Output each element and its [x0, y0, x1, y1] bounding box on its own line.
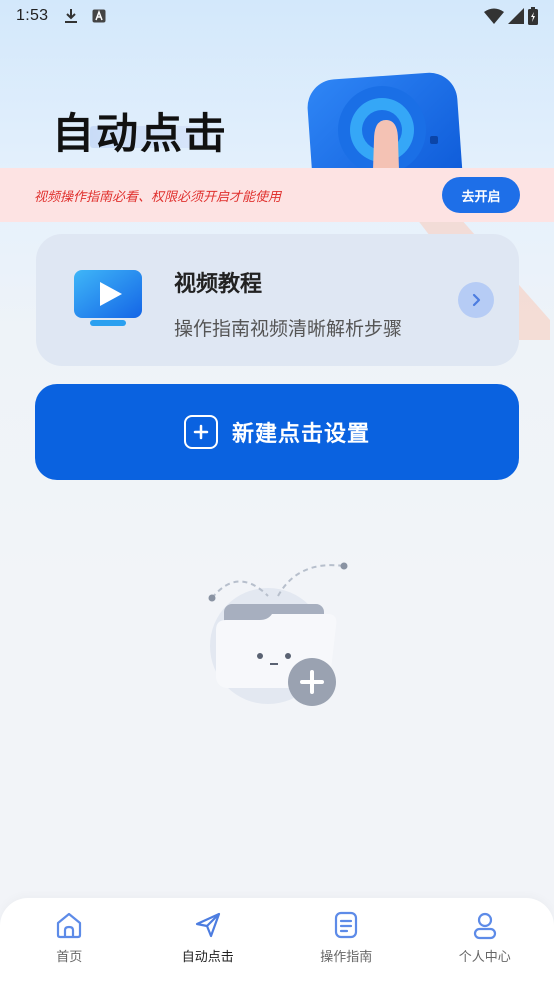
download-icon	[65, 9, 78, 23]
enable-permission-button[interactable]: 去开启	[442, 177, 520, 213]
bottom-navigation: 首页 自动点击 操作指南 个人中心	[0, 898, 554, 984]
new-click-setting-label: 新建点击设置	[231, 422, 370, 447]
monitor-play-icon	[74, 270, 142, 326]
nav-label-profile: 个人中心	[458, 950, 511, 965]
nav-item-guide[interactable]: 操作指南	[277, 910, 415, 984]
status-time: 1:53	[16, 7, 49, 24]
nav-label-auto-click: 自动点击	[181, 950, 234, 965]
status-left-icons	[64, 8, 106, 24]
nav-item-auto-click[interactable]: 自动点击	[139, 910, 277, 984]
nav-item-home[interactable]: 首页	[0, 910, 138, 984]
battery-icon	[528, 7, 538, 25]
plus-square-icon	[183, 415, 218, 449]
signal-icon	[508, 8, 524, 24]
notice-text: 视频操作指南必看、权限必须开启才能使用	[34, 189, 282, 205]
status-bar: 1:53	[0, 0, 554, 32]
home-icon	[57, 912, 82, 939]
video-tutorial-card[interactable]: 视频教程 操作指南视频清晰解析步骤	[36, 234, 519, 366]
video-card-title: 视频教程	[174, 272, 263, 297]
video-card-description: 操作指南视频清晰解析步骤	[174, 318, 403, 340]
wifi-icon	[484, 8, 504, 24]
nav-label-guide: 操作指南	[320, 950, 373, 965]
status-right-icons	[484, 7, 538, 25]
nav-label-home: 首页	[56, 950, 83, 965]
permission-notice-bar: 视频操作指南必看、权限必须开启才能使用 去开启	[0, 168, 554, 222]
document-icon	[335, 911, 358, 939]
send-icon	[195, 912, 220, 938]
user-icon	[473, 912, 496, 940]
empty-folder-illustration	[208, 562, 348, 706]
new-click-setting-button[interactable]: 新建点击设置	[35, 384, 519, 480]
keyboard-a-icon	[92, 9, 106, 23]
nav-item-profile[interactable]: 个人中心	[416, 910, 554, 984]
page-title: 自动点击	[52, 109, 229, 158]
chevron-right-icon[interactable]	[458, 282, 494, 318]
